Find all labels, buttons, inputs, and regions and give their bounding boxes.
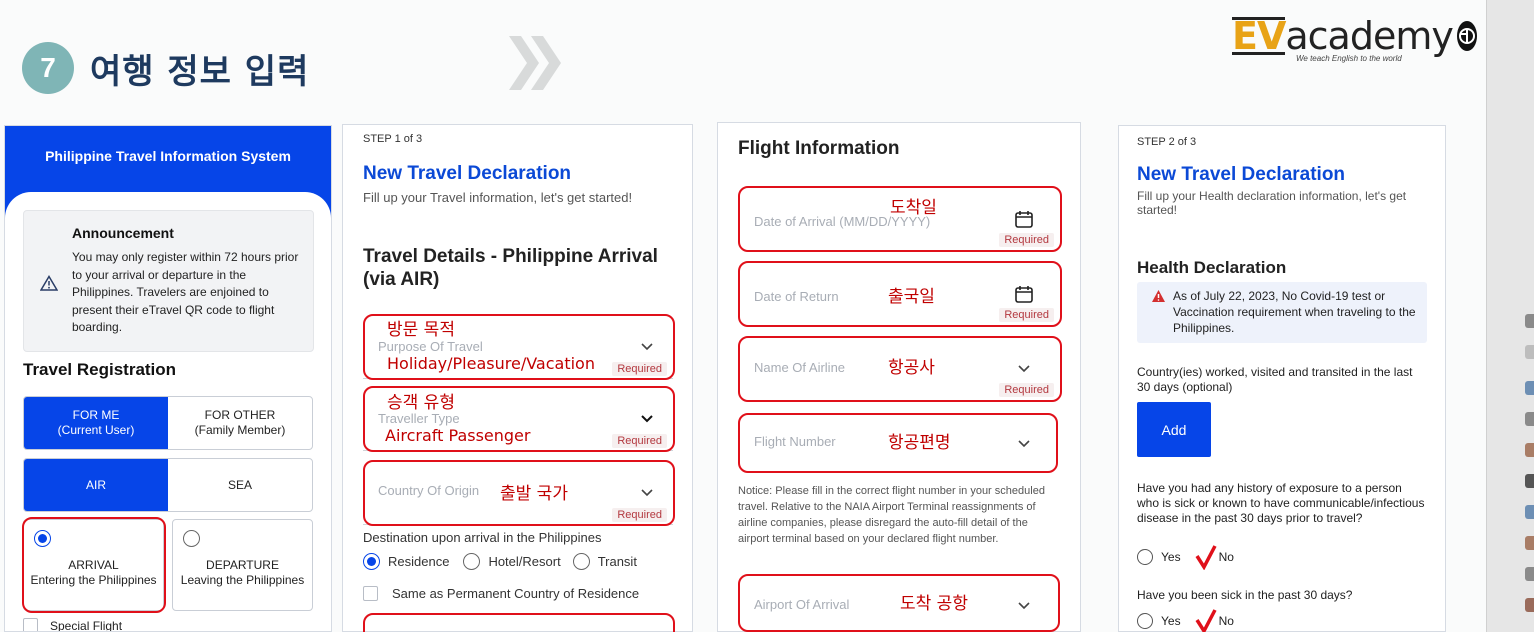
annotation-box: [363, 460, 675, 526]
alert-icon: [1152, 290, 1165, 302]
flight-info-panel: Flight Information 도착일 Date of Arrival (…: [717, 122, 1081, 632]
departure-radio[interactable]: [183, 530, 200, 547]
for-other-option[interactable]: FOR OTHER (Family Member): [168, 397, 312, 449]
declaration-title: New Travel Declaration: [363, 163, 572, 184]
logo-mark-icon: [1456, 21, 1477, 51]
step-badge: 7: [22, 42, 74, 94]
registration-title: Travel Registration: [23, 360, 177, 379]
step-label: STEP 2 of 3: [1137, 136, 1197, 148]
health-section-title: Health Declaration: [1137, 258, 1287, 277]
covid-notice: As of July 22, 2023, No Covid-19 test or…: [1137, 282, 1427, 343]
checkmark-icon: [1195, 545, 1217, 570]
exposure-yes-radio[interactable]: [1137, 549, 1153, 565]
declaration-subtitle: Fill up your Travel information, let's g…: [363, 190, 633, 205]
warning-icon: [40, 275, 58, 291]
checkmark-icon: [1195, 609, 1217, 632]
flight-info-title: Flight Information: [738, 138, 900, 159]
page-title: 여행 정보 입력: [90, 52, 310, 92]
sick-no-label[interactable]: No: [1219, 614, 1234, 628]
special-flight-checkbox[interactable]: [23, 618, 38, 631]
annotation-box: [738, 261, 1062, 327]
annotation-box: [363, 386, 675, 452]
annotation-box: [22, 517, 166, 613]
sick-question: Have you been sick in the past 30 days?: [1137, 588, 1353, 602]
add-button[interactable]: Add: [1137, 402, 1211, 457]
annotation-box: [363, 613, 675, 632]
announcement-box: Announcement You may only register withi…: [23, 210, 314, 352]
health-declaration-panel: STEP 2 of 3 New Travel Declaration Fill …: [1118, 125, 1446, 632]
declaration-subtitle: Fill up your Health declaration informat…: [1137, 189, 1407, 217]
same-as-checkbox[interactable]: [363, 586, 378, 601]
sea-option[interactable]: SEA: [168, 459, 312, 511]
exposure-options: Yes No: [1137, 544, 1234, 570]
mode-toggle: AIR SEA: [23, 458, 313, 512]
side-strip: [1486, 0, 1534, 632]
chevron-right-icon: [509, 36, 561, 90]
flight-notice: Notice: Please fill in the correct fligh…: [738, 485, 1045, 545]
annotation-box: [738, 413, 1058, 473]
sick-yes-radio[interactable]: [1137, 613, 1153, 629]
destination-options: Residence Hotel/Resort Transit: [363, 553, 637, 570]
annotation-box: [738, 574, 1060, 632]
announcement-title: Announcement: [72, 225, 174, 241]
hotel-radio[interactable]: [463, 553, 481, 570]
departure-option[interactable]: DEPARTURE Leaving the Philippines: [172, 519, 313, 611]
section-title: Travel Details - Philippine Arrival (via…: [363, 246, 658, 290]
exposure-question: Have you had any history of exposure to …: [1137, 481, 1425, 525]
registration-panel: Philippine Travel Information System Ann…: [4, 125, 332, 632]
same-as-label: Same as Permanent Country of Residence: [392, 586, 640, 601]
annotation-box: [738, 186, 1062, 252]
air-option[interactable]: AIR: [24, 459, 168, 511]
travel-details-panel: STEP 1 of 3 New Travel Declaration Fill …: [342, 124, 693, 632]
residence-radio[interactable]: [363, 553, 380, 570]
exposure-no-label[interactable]: No: [1219, 550, 1234, 564]
evacademy-logo: EV academy We teach English to the world: [1232, 16, 1477, 66]
annotation-box: [738, 336, 1062, 402]
same-as-residence-row: Same as Permanent Country of Residence: [363, 586, 639, 601]
destination-label: Destination upon arrival in the Philippi…: [363, 530, 602, 545]
special-flight-label: Special Flight: [50, 618, 123, 632]
sick-options: Yes No: [1137, 608, 1234, 632]
transit-radio[interactable]: [572, 553, 590, 570]
for-me-option[interactable]: FOR ME (Current User): [24, 397, 168, 449]
declaration-title: New Travel Declaration: [1137, 164, 1346, 185]
annotation-box: [363, 314, 675, 380]
step-label: STEP 1 of 3: [363, 133, 423, 145]
countries-question: Country(ies) worked, visited and transit…: [1137, 365, 1413, 394]
user-toggle: FOR ME (Current User) FOR OTHER (Family Me…: [23, 396, 313, 450]
announcement-text: You may only register within 72 hours pr…: [72, 250, 299, 334]
special-flight-row: Special Flight: [23, 618, 123, 632]
